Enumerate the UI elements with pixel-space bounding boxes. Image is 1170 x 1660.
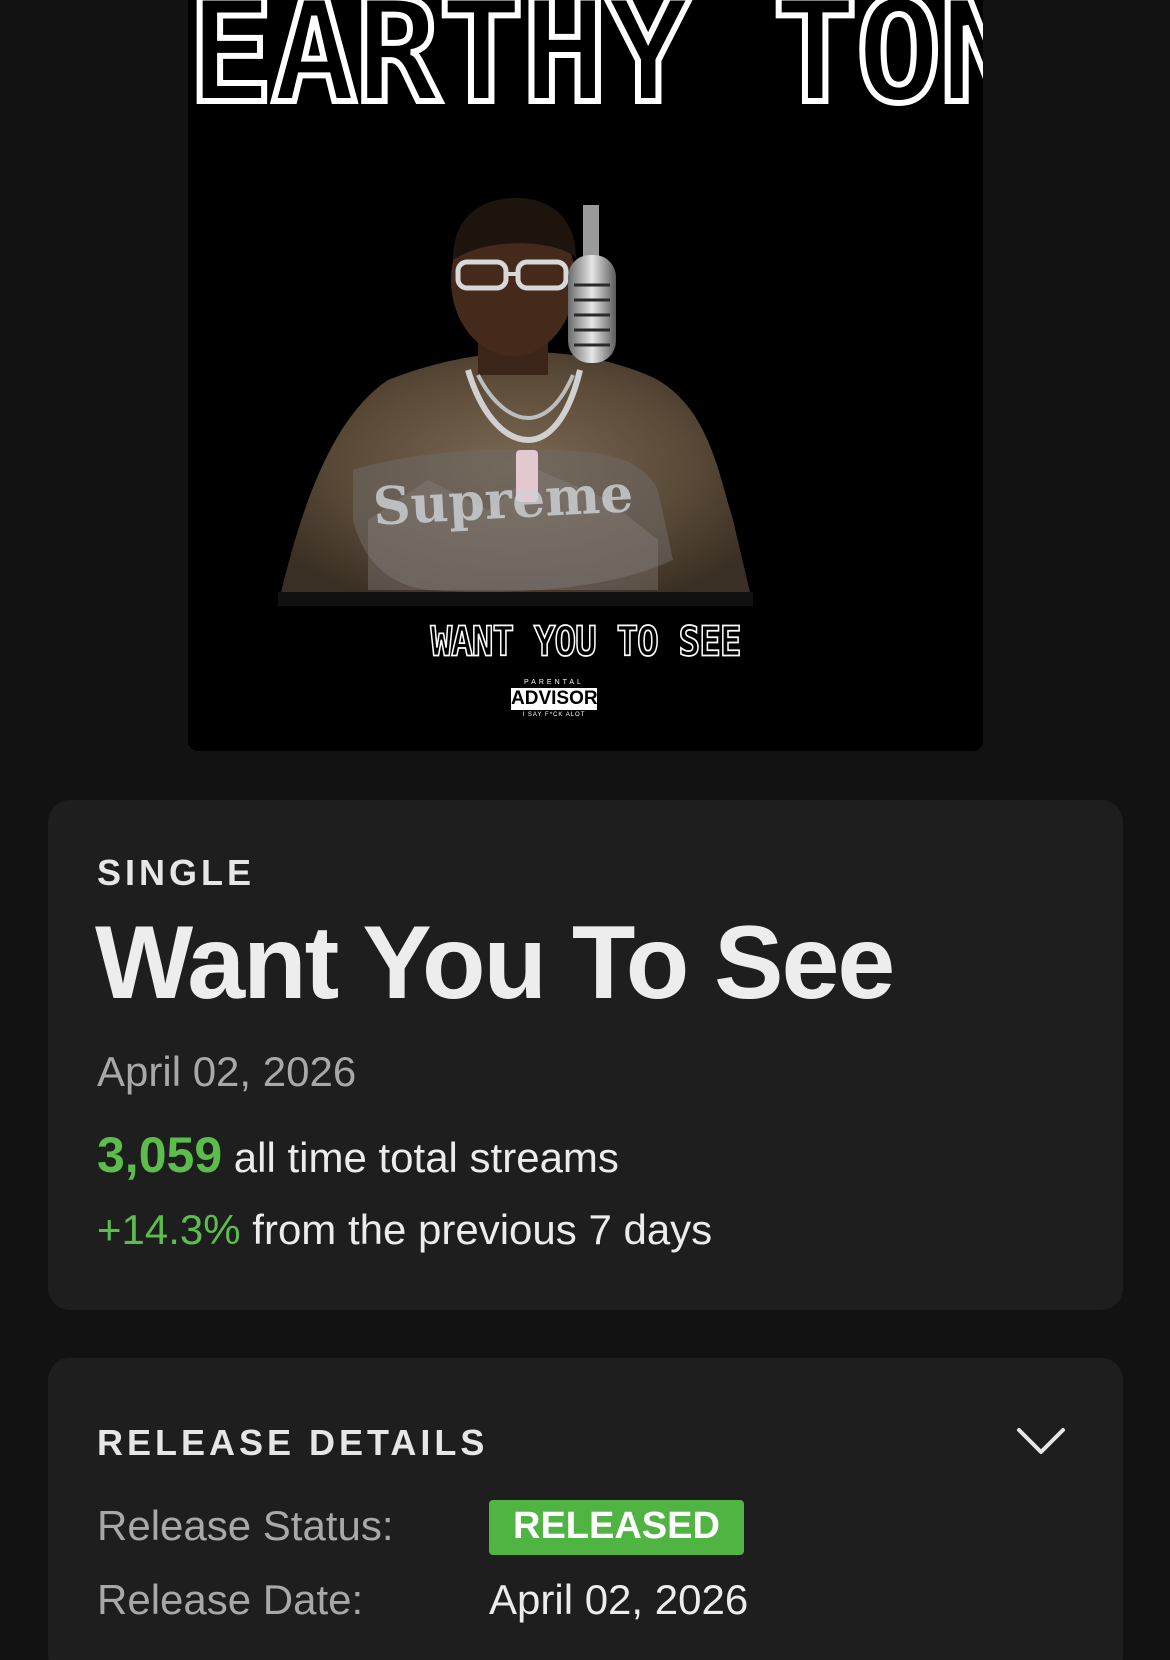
release-date-value: April 02, 2026	[489, 1576, 749, 1623]
streams-change: +14.3% from the previous 7 days	[97, 1206, 712, 1254]
advisory-bottom-text: I SAY F*CK ALOT	[522, 712, 586, 718]
parental-advisory-label: PARENTAL ADVISORY I SAY F*CK ALOT	[509, 678, 610, 730]
release-status-row: Release Status: RELEASED	[97, 1500, 744, 1557]
streams-count: 3,059	[97, 1127, 223, 1183]
release-summary-card: SINGLE Want You To See April 02, 2026 3,…	[48, 800, 1123, 1310]
release-date-label: Release Date:	[97, 1576, 364, 1623]
streams-label: all time total streams	[233, 1134, 619, 1181]
chevron-down-icon[interactable]	[1015, 1424, 1067, 1458]
cover-track-text: WANT YOU TO SEE	[430, 618, 743, 667]
streams-change-percent: +14.3%	[97, 1206, 241, 1253]
release-date: April 02, 2026	[97, 1048, 357, 1095]
advisory-top-text: PARENTAL	[524, 679, 584, 686]
release-details-card: RELEASE DETAILS Release Status: RELEASED …	[48, 1358, 1123, 1660]
release-page: EARTHY TONE Supreme WANT YOU TO SEE PARE…	[0, 0, 1170, 1660]
status-badge: RELEASED	[489, 1500, 744, 1555]
cover-artist-text: EARTHY TONE	[188, 0, 983, 135]
advisory-main-text: ADVISORY	[511, 688, 610, 710]
streams-change-label: from the previous 7 days	[252, 1206, 713, 1253]
release-type-label: SINGLE	[97, 852, 256, 893]
streams-summary: 3,059 all time total streams	[97, 1126, 619, 1184]
cover-art: EARTHY TONE Supreme WANT YOU TO SEE PARE…	[188, 0, 983, 751]
release-status-label: Release Status:	[97, 1502, 394, 1549]
release-details-heading: RELEASE DETAILS	[97, 1422, 489, 1463]
release-date-row: Release Date: April 02, 2026	[97, 1576, 748, 1624]
release-title: Want You To See	[95, 905, 895, 1021]
